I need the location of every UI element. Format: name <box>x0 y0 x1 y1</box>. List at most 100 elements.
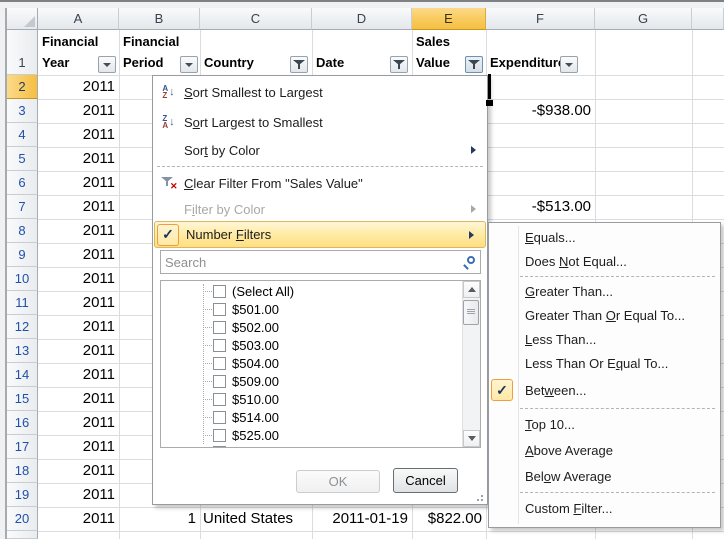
row-header-18[interactable]: 18 <box>7 459 38 483</box>
column-header-c[interactable]: C <box>200 8 312 30</box>
submenu-item-between[interactable]: Between...✓ <box>489 375 720 405</box>
submenu-item-greater-than-or-equal-to[interactable]: Greater Than Or Equal To... <box>489 303 720 327</box>
cell-f-7[interactable]: -$513.00 <box>489 195 591 219</box>
column-header-a[interactable]: A <box>38 8 119 30</box>
value-item-select-all[interactable]: (Select All) <box>161 283 480 301</box>
menu-item-sort-smallest-to-largest[interactable]: AZ↓Sort Smallest to Largest <box>153 77 487 107</box>
checkbox-icon[interactable] <box>213 411 226 424</box>
row-header-9[interactable]: 9 <box>7 243 38 267</box>
menu-item-clear-filter-from-sales-value[interactable]: ✕Clear Filter From "Sales Value" <box>153 169 487 197</box>
column-header-d[interactable]: D <box>312 8 412 30</box>
submenu-item-top-10[interactable]: Top 10... <box>489 411 720 437</box>
value-item-509-00[interactable]: $509.00 <box>161 372 480 390</box>
cell-a-4[interactable]: 2011 <box>41 123 115 147</box>
cell-f-3[interactable]: -$938.00 <box>489 99 591 123</box>
checkbox-icon[interactable] <box>213 357 226 370</box>
ok-button[interactable]: OK <box>296 470 380 493</box>
value-item-503-00[interactable]: $503.00 <box>161 337 480 355</box>
cell-a-14[interactable]: 2011 <box>41 363 115 387</box>
value-item-525-00[interactable]: $525.00 <box>161 426 480 444</box>
menu-item-sort-largest-to-smallest[interactable]: ZA↓Sort Largest to Smallest <box>153 107 487 137</box>
filter-funnel-button-c[interactable] <box>290 56 308 73</box>
dropdown-arrow-button-b[interactable] <box>180 56 198 73</box>
checkbox-icon[interactable] <box>213 339 226 352</box>
row-header-19[interactable]: 19 <box>7 483 38 507</box>
cell-a-5[interactable]: 2011 <box>41 147 115 171</box>
checkbox-icon[interactable] <box>213 429 226 442</box>
cell-a-15[interactable]: 2011 <box>41 387 115 411</box>
column-header-f[interactable]: F <box>486 8 595 30</box>
checkbox-icon[interactable] <box>213 393 226 406</box>
row-header-8[interactable]: 8 <box>7 219 38 243</box>
submenu-item-custom-filter[interactable]: Custom Filter... <box>489 495 720 521</box>
menu-item-filter-by-color[interactable]: Filter by Color <box>153 197 487 221</box>
row-header-4[interactable]: 4 <box>7 123 38 147</box>
column-header-e[interactable]: E <box>412 8 486 30</box>
cell-a-16[interactable]: 2011 <box>41 411 115 435</box>
cell-a-9[interactable]: 2011 <box>41 243 115 267</box>
submenu-item-greater-than[interactable]: Greater Than... <box>489 279 720 303</box>
cell-c-20[interactable]: United States <box>203 507 308 531</box>
checkbox-icon[interactable] <box>213 285 226 298</box>
row-header-17[interactable]: 17 <box>7 435 38 459</box>
cell-a-3[interactable]: 2011 <box>41 99 115 123</box>
row-header-12[interactable]: 12 <box>7 315 38 339</box>
row-header-7[interactable]: 7 <box>7 195 38 219</box>
value-item-502-00[interactable]: $502.00 <box>161 319 480 337</box>
row-header-3[interactable]: 3 <box>7 99 38 123</box>
cell-a-11[interactable]: 2011 <box>41 291 115 315</box>
row-header-5[interactable]: 5 <box>7 147 38 171</box>
submenu-item-less-than[interactable]: Less Than... <box>489 327 720 351</box>
row-header-11[interactable]: 11 <box>7 291 38 315</box>
dropdown-arrow-button-a[interactable] <box>98 56 116 73</box>
submenu-item-equals[interactable]: Equals... <box>489 225 720 249</box>
dropdown-arrow-button-f[interactable] <box>560 56 578 73</box>
cell-a-20[interactable]: 2011 <box>41 507 115 531</box>
row-header-2[interactable]: 2 <box>7 75 38 99</box>
value-item-504-00[interactable]: $504.00 <box>161 355 480 373</box>
row-header-10[interactable]: 10 <box>7 267 38 291</box>
cell-a-12[interactable]: 2011 <box>41 315 115 339</box>
cell-d-20[interactable]: 2011-01-19 <box>315 507 408 531</box>
submenu-item-above-average[interactable]: Above Average <box>489 437 720 463</box>
cell-a-17[interactable]: 2011 <box>41 435 115 459</box>
resize-grip[interactable] <box>472 490 484 502</box>
cell-a-2[interactable]: 2011 <box>41 75 115 99</box>
submenu-item-below-average[interactable]: Below Average <box>489 463 720 489</box>
cell-a-18[interactable]: 2011 <box>41 459 115 483</box>
row-header-15[interactable]: 15 <box>7 387 38 411</box>
cell-a-10[interactable]: 2011 <box>41 267 115 291</box>
cell-b-20[interactable]: 1 <box>122 507 196 531</box>
row-header-14[interactable]: 14 <box>7 363 38 387</box>
checkbox-icon[interactable] <box>213 375 226 388</box>
cell-e-20[interactable]: $822.00 <box>415 507 482 531</box>
row-header-20[interactable]: 20 <box>7 507 38 531</box>
cell-a-6[interactable]: 2011 <box>41 171 115 195</box>
cell-a-13[interactable]: 2011 <box>41 339 115 363</box>
filter-funnel-button-e[interactable] <box>465 56 483 73</box>
value-item-501-00[interactable]: $501.00 <box>161 301 480 319</box>
column-header-g[interactable]: G <box>595 8 692 30</box>
value-item-514-00[interactable]: $514.00 <box>161 408 480 426</box>
menu-item-sort-by-color[interactable]: Sort by Color <box>153 137 487 163</box>
search-input[interactable] <box>161 251 480 273</box>
row-header-6[interactable]: 6 <box>7 171 38 195</box>
cancel-button[interactable]: Cancel <box>393 468 458 493</box>
value-item-510-00[interactable]: $510.00 <box>161 390 480 408</box>
cell-a-7[interactable]: 2011 <box>41 195 115 219</box>
fill-handle[interactable] <box>486 100 493 106</box>
column-header-b[interactable]: B <box>119 8 200 30</box>
row-header-partial[interactable] <box>7 531 38 539</box>
cell-a-19[interactable]: 2011 <box>41 483 115 507</box>
row-header-13[interactable]: 13 <box>7 339 38 363</box>
filter-funnel-button-d[interactable] <box>390 56 408 73</box>
column-header-partial[interactable] <box>692 8 724 30</box>
menu-item-number-filters[interactable]: Number Filters✓ <box>154 221 486 248</box>
row-header-1[interactable]: 1 <box>7 30 38 75</box>
submenu-item-less-than-or-equal-to[interactable]: Less Than Or Equal To... <box>489 351 720 375</box>
checkbox-icon[interactable] <box>213 303 226 316</box>
cell-a-8[interactable]: 2011 <box>41 219 115 243</box>
submenu-item-does-not-equal[interactable]: Does Not Equal... <box>489 249 720 273</box>
row-header-16[interactable]: 16 <box>7 411 38 435</box>
checkbox-icon[interactable] <box>213 321 226 334</box>
